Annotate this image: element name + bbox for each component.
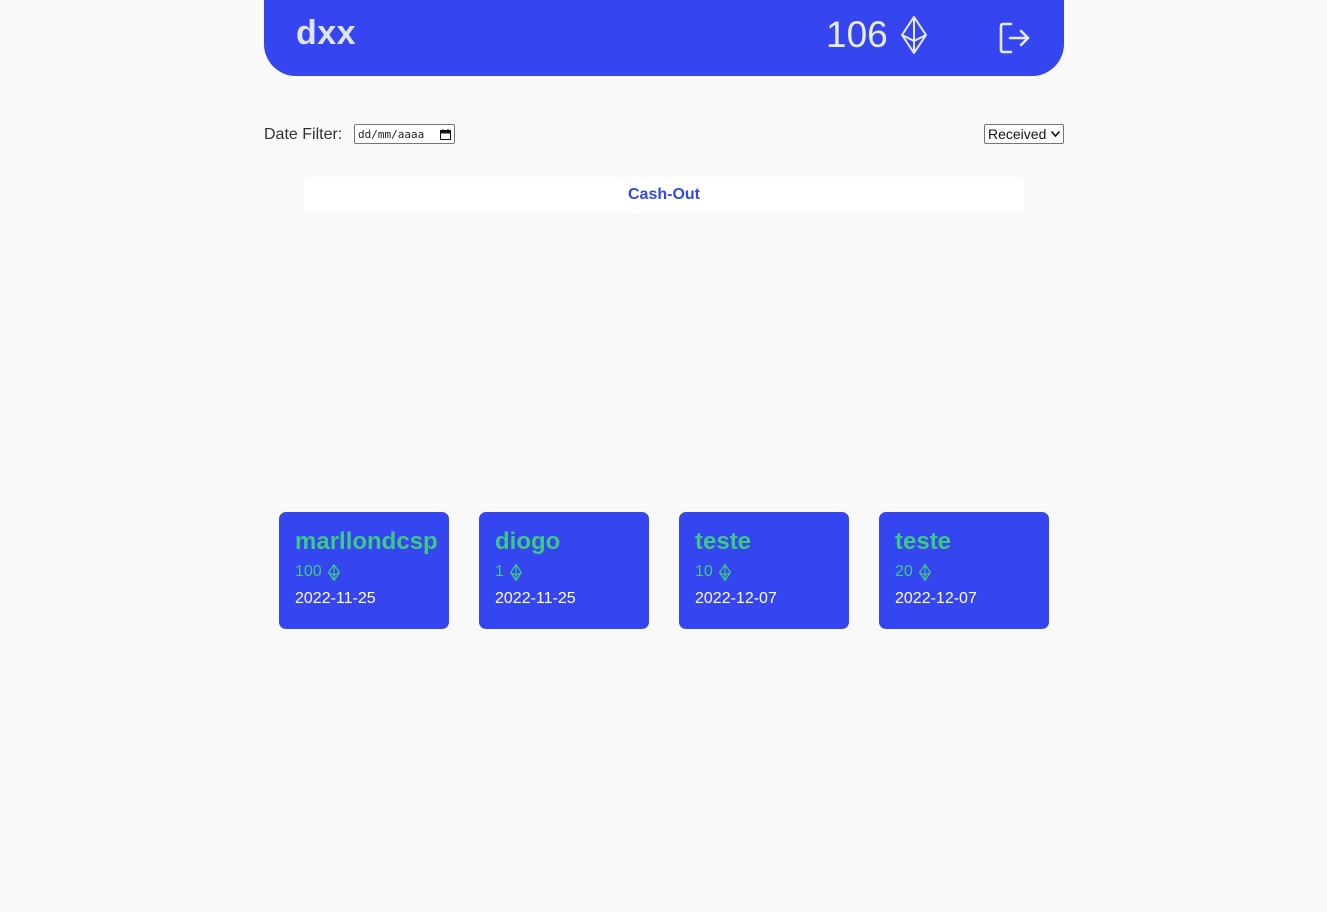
type-select-value: Received bbox=[988, 126, 1047, 142]
date-placeholder: dd/mm/aaaa bbox=[358, 127, 425, 141]
transaction-user: teste bbox=[695, 528, 752, 555]
transaction-date: 2022-11-25 bbox=[295, 590, 376, 607]
transaction-amount: 20 bbox=[895, 562, 1049, 582]
ethereum-icon bbox=[327, 563, 340, 581]
date-filter-input[interactable]: dd/mm/aaaa bbox=[354, 124, 455, 144]
balance-display: 106 bbox=[826, 14, 928, 56]
balance-value: 106 bbox=[826, 14, 888, 55]
ethereum-icon bbox=[900, 16, 927, 54]
filter-row: Date Filter: dd/mm/aaaa Received bbox=[264, 124, 1064, 148]
calendar-icon[interactable] bbox=[440, 128, 451, 140]
transaction-type-select[interactable]: Received bbox=[984, 124, 1064, 144]
cash-out-button[interactable]: Cash-Out bbox=[304, 177, 1024, 213]
top-header: dxx 106 bbox=[264, 0, 1064, 76]
transaction-amount-value: 10 bbox=[695, 563, 713, 580]
transaction-user: marllondcsp bbox=[295, 528, 438, 555]
logout-icon[interactable] bbox=[998, 21, 1032, 55]
page: dxx 106 Date Filter: dd/mm/aaaa Received… bbox=[0, 0, 1327, 912]
transaction-card[interactable]: teste 20 2022-12-07 bbox=[879, 512, 1049, 629]
date-filter-label: Date Filter: bbox=[264, 126, 343, 143]
transaction-card[interactable]: diogo 1 2022-11-25 bbox=[479, 512, 649, 629]
ethereum-icon bbox=[918, 563, 931, 581]
transaction-amount-value: 1 bbox=[495, 563, 504, 580]
chevron-down-icon bbox=[1051, 131, 1060, 137]
ethereum-icon bbox=[509, 563, 522, 581]
transaction-card[interactable]: marllondcsp 100 2022-11-25 bbox=[279, 512, 449, 629]
transaction-user: teste bbox=[895, 528, 952, 555]
transaction-amount-value: 20 bbox=[895, 563, 913, 580]
transaction-date: 2022-12-07 bbox=[895, 590, 977, 607]
transaction-date: 2022-11-25 bbox=[495, 590, 576, 607]
transaction-amount: 1 bbox=[495, 562, 649, 582]
transaction-amount: 100 bbox=[295, 562, 449, 582]
transaction-list: marllondcsp 100 2022-11-25 diogo 1 2022-… bbox=[279, 512, 1049, 629]
transaction-date: 2022-12-07 bbox=[695, 590, 777, 607]
transaction-card[interactable]: teste 10 2022-12-07 bbox=[679, 512, 849, 629]
transaction-amount-value: 100 bbox=[295, 563, 322, 580]
ethereum-icon bbox=[718, 563, 731, 581]
username: dxx bbox=[296, 14, 357, 52]
transaction-amount: 10 bbox=[695, 562, 849, 582]
transaction-user: diogo bbox=[495, 528, 561, 555]
